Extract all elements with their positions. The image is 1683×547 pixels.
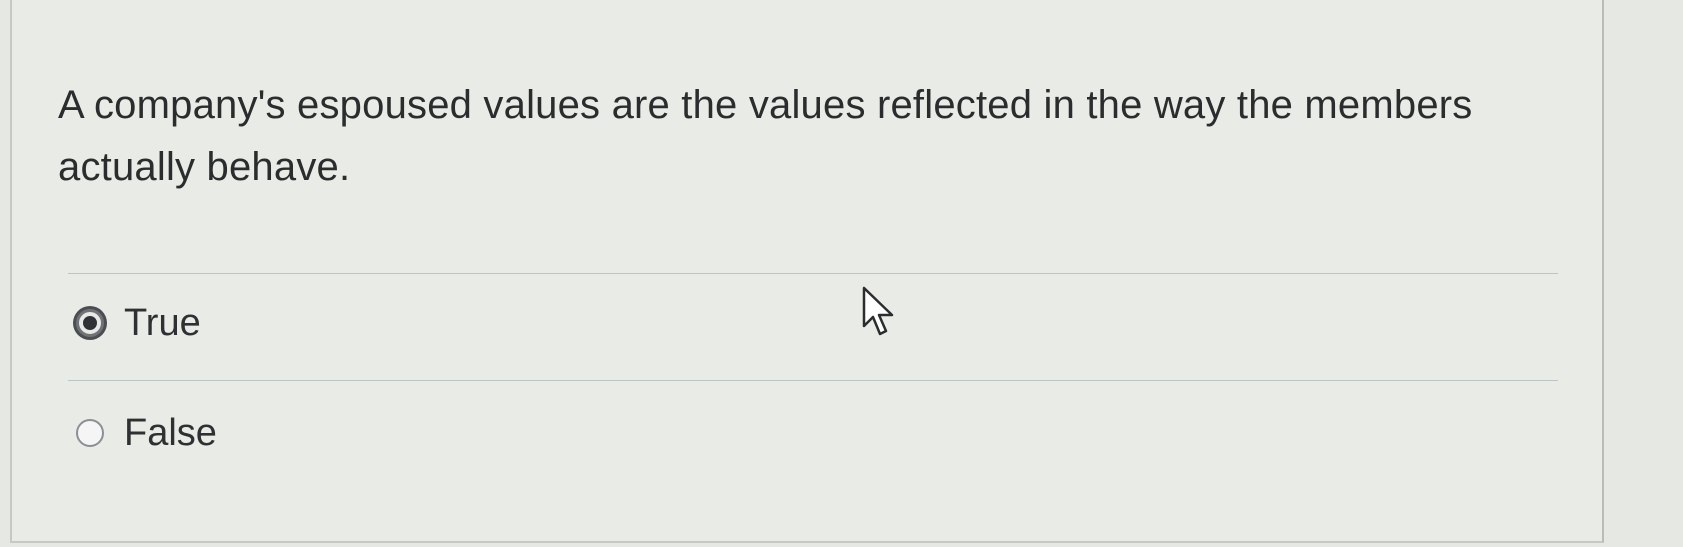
option-label: True [124,301,201,344]
radio-dot [83,316,97,330]
question-text: A company's espoused values are the valu… [58,83,1473,189]
divider [68,273,1558,274]
question-card: A company's espoused values are the valu… [10,0,1604,543]
option-label: False [124,411,217,454]
radio-button-selected[interactable] [76,309,104,337]
mouse-pointer-icon [862,286,894,336]
radio-button[interactable] [76,419,104,447]
divider [68,380,1558,381]
option-true[interactable]: True [76,298,201,348]
option-false[interactable]: False [76,408,217,458]
quiz-page: A company's espoused values are the valu… [0,0,1683,547]
